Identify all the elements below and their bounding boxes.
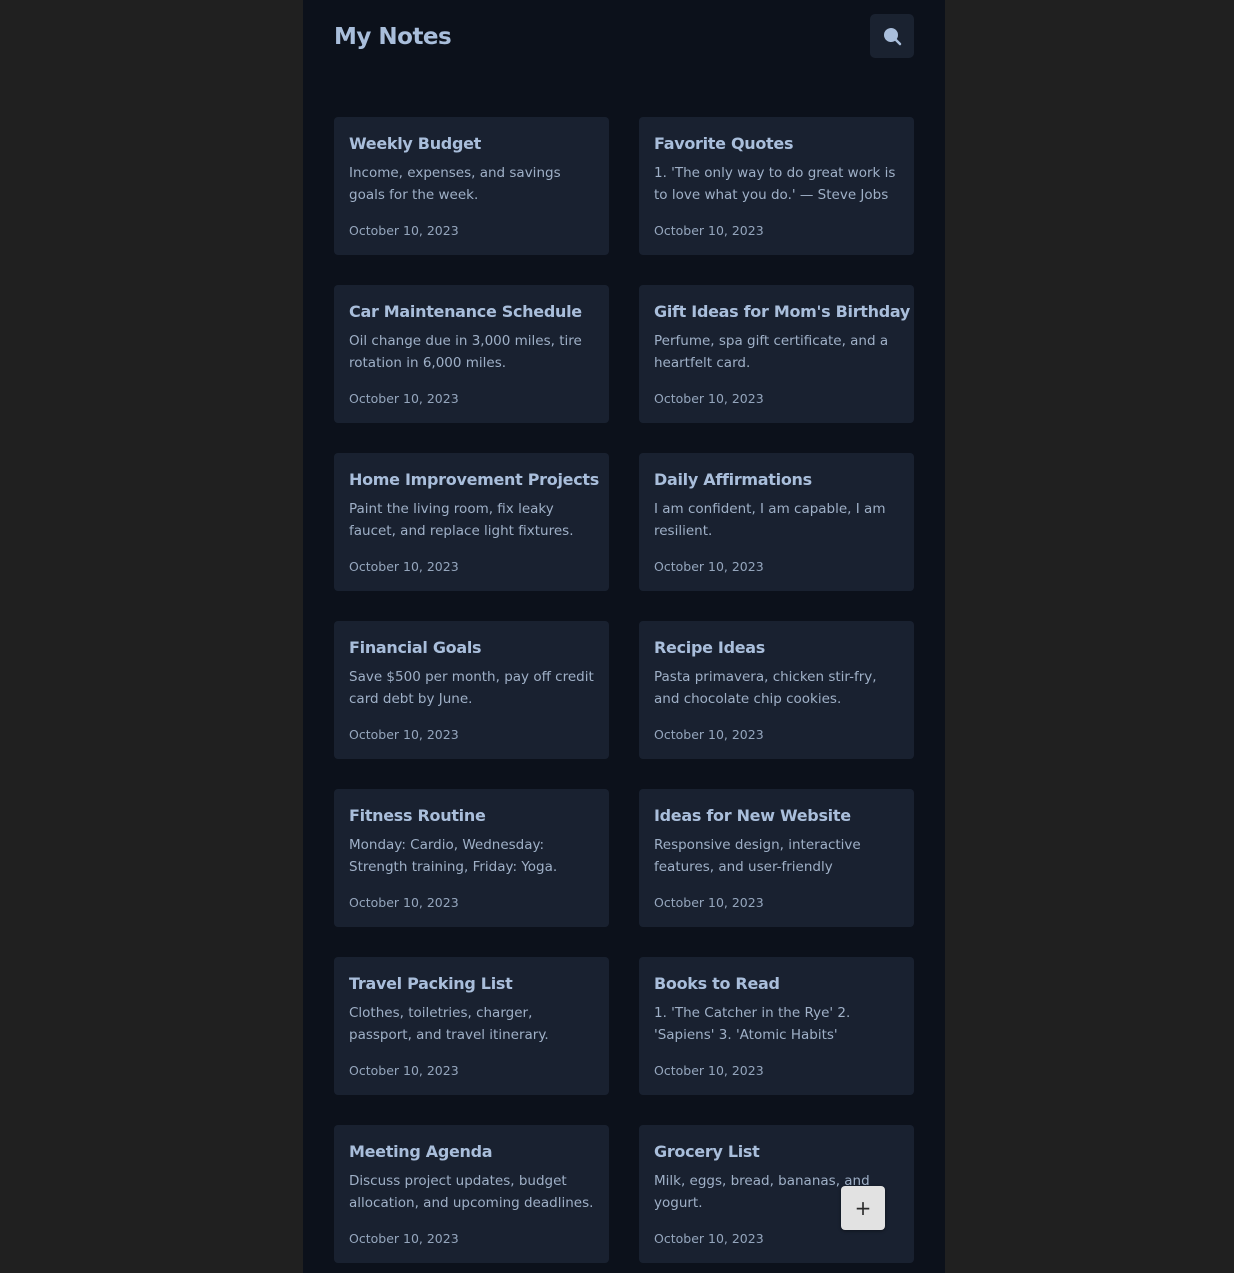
note-card[interactable]: Ideas for New Website Responsive design,… <box>639 789 914 927</box>
note-card[interactable]: Daily Affirmations I am confident, I am … <box>639 453 914 591</box>
note-card[interactable]: Favorite Quotes 1. 'The only way to do g… <box>639 117 914 255</box>
note-body: 1. 'The Catcher in the Rye' 2. 'Sapiens'… <box>654 1005 851 1043</box>
note-title: Weekly Budget <box>349 134 481 153</box>
note-title: Home Improvement Projects <box>349 470 599 489</box>
note-title: Daily Affirmations <box>654 470 812 489</box>
note-date: October 10, 2023 <box>654 391 764 406</box>
note-title: Travel Packing List <box>349 974 513 993</box>
note-title: Ideas for New Website <box>654 806 851 825</box>
note-body: Oil change due in 3,000 miles, tire rota… <box>349 333 582 371</box>
note-date: October 10, 2023 <box>654 1231 764 1246</box>
note-body: Save $500 per month, pay off credit card… <box>349 669 594 707</box>
note-title: Gift Ideas for Mom's Birthday <box>654 302 911 321</box>
note-card[interactable]: Home Improvement Projects Paint the livi… <box>334 453 609 591</box>
note-date: October 10, 2023 <box>349 559 459 574</box>
page-title: My Notes <box>334 24 452 50</box>
note-title: Financial Goals <box>349 638 482 657</box>
note-card[interactable]: Travel Packing List Clothes, toiletries,… <box>334 957 609 1095</box>
note-date: October 10, 2023 <box>349 727 459 742</box>
note-card[interactable]: Fitness Routine Monday: Cardio, Wednesda… <box>334 789 609 927</box>
note-body: Clothes, toiletries, charger, passport, … <box>349 1005 549 1043</box>
notes-grid: Weekly Budget Income, expenses, and savi… <box>334 117 914 1263</box>
note-body: Discuss project updates, budget allocati… <box>349 1173 594 1211</box>
note-date: October 10, 2023 <box>654 895 764 910</box>
note-title: Fitness Routine <box>349 806 486 825</box>
note-date: October 10, 2023 <box>654 727 764 742</box>
note-card[interactable]: Financial Goals Save $500 per month, pay… <box>334 621 609 759</box>
note-title: Books to Read <box>654 974 780 993</box>
notes-app: My Notes Weekly Budget Income, expenses,… <box>303 0 945 1273</box>
note-body: Perfume, spa gift certificate, and a hea… <box>654 333 889 371</box>
note-card[interactable]: Books to Read 1. 'The Catcher in the Rye… <box>639 957 914 1095</box>
note-card[interactable]: Gift Ideas for Mom's Birthday Perfume, s… <box>639 285 914 423</box>
note-body: Income, expenses, and savings goals for … <box>349 165 561 203</box>
note-date: October 10, 2023 <box>654 1063 764 1078</box>
search-icon <box>884 28 902 46</box>
header: My Notes <box>334 14 914 60</box>
add-note-button[interactable]: + <box>841 1186 885 1230</box>
note-date: October 10, 2023 <box>654 559 764 574</box>
search-button[interactable] <box>870 14 914 58</box>
note-title: Car Maintenance Schedule <box>349 302 582 321</box>
note-body: Responsive design, interactive features,… <box>654 837 861 875</box>
note-card[interactable]: Meeting Agenda Discuss project updates, … <box>334 1125 609 1263</box>
plus-icon: + <box>854 1196 872 1220</box>
note-body: Pasta primavera, chicken stir-fry, and c… <box>654 669 877 707</box>
note-body: I am confident, I am capable, I am resil… <box>654 501 886 539</box>
note-title: Grocery List <box>654 1142 760 1161</box>
note-title: Favorite Quotes <box>654 134 794 153</box>
note-card[interactable]: Recipe Ideas Pasta primavera, chicken st… <box>639 621 914 759</box>
note-date: October 10, 2023 <box>349 895 459 910</box>
note-date: October 10, 2023 <box>349 391 459 406</box>
note-body: Paint the living room, fix leaky faucet,… <box>349 501 574 539</box>
note-date: October 10, 2023 <box>349 223 459 238</box>
note-date: October 10, 2023 <box>349 1063 459 1078</box>
note-title: Meeting Agenda <box>349 1142 493 1161</box>
note-card[interactable]: Weekly Budget Income, expenses, and savi… <box>334 117 609 255</box>
note-title: Recipe Ideas <box>654 638 765 657</box>
note-date: October 10, 2023 <box>349 1231 459 1246</box>
note-body: 1. 'The only way to do great work is to … <box>654 165 896 203</box>
note-date: October 10, 2023 <box>654 223 764 238</box>
note-body: Monday: Cardio, Wednesday: Strength trai… <box>349 837 558 875</box>
note-card[interactable]: Car Maintenance Schedule Oil change due … <box>334 285 609 423</box>
